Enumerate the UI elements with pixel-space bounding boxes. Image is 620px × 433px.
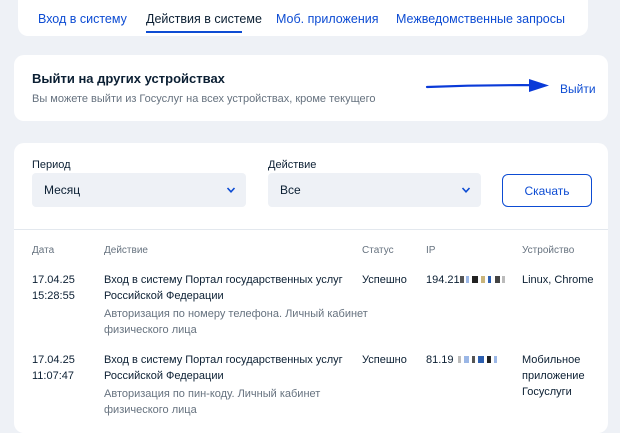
tab-mobile-apps[interactable]: Моб. приложения — [276, 12, 379, 26]
row-action: Вход в систему Портал государственных ус… — [104, 274, 343, 286]
activity-card: Период Месяц Действие Все Скачать Дата Д… — [14, 143, 608, 433]
download-button[interactable]: Скачать — [502, 174, 592, 207]
row-action: Вход в систему Портал государственных ус… — [104, 354, 343, 366]
row-device: приложение — [522, 370, 585, 382]
row-status: Успешно — [362, 274, 407, 286]
tab-interagency-requests[interactable]: Межведомственные запросы — [396, 12, 565, 26]
logout-description: Вы можете выйти из Госуслуг на всех устр… — [32, 93, 376, 105]
header-date: Дата — [32, 245, 55, 256]
header-ip: IP — [426, 245, 436, 256]
row-date: 17.04.25 — [32, 354, 75, 366]
row-detail: Авторизация по номеру телефона. Личный к… — [104, 308, 368, 320]
row-device: Госуслуги — [522, 386, 572, 398]
row-ip: 81.19 — [426, 354, 454, 366]
divider — [14, 229, 608, 230]
row-detail: физического лица — [104, 404, 197, 416]
header-device: Устройство — [522, 245, 575, 256]
row-time: 11:07:47 — [32, 370, 75, 382]
row-action: Российской Федерации — [104, 290, 224, 302]
row-ip: 194.21 — [426, 274, 460, 286]
row-device: Linux, Chrome — [522, 274, 594, 286]
logout-title: Выйти на других устройствах — [32, 71, 225, 86]
logout-link[interactable]: Выйти — [560, 82, 596, 96]
row-detail: Авторизация по пин-коду. Личный кабинет — [104, 388, 321, 400]
action-label: Действие — [268, 159, 317, 171]
chevron-down-icon — [461, 187, 471, 193]
header-status: Статус — [362, 245, 394, 256]
tab-bar: Вход в систему Действия в системе Моб. п… — [18, 0, 588, 36]
row-status: Успешно — [362, 354, 407, 366]
action-select[interactable]: Все — [268, 173, 481, 207]
row-action: Российской Федерации — [104, 370, 224, 382]
active-tab-indicator — [146, 31, 242, 33]
row-device: Мобильное — [522, 354, 581, 366]
period-label: Период — [32, 159, 71, 171]
tab-actions[interactable]: Действия в системе — [146, 12, 262, 26]
chevron-down-icon — [226, 187, 236, 193]
row-date: 17.04.25 — [32, 274, 75, 286]
period-value: Месяц — [44, 183, 81, 197]
annotation-arrow-icon — [425, 79, 549, 92]
action-value: Все — [280, 183, 301, 197]
header-action: Действие — [104, 245, 148, 256]
row-detail: физического лица — [104, 324, 197, 336]
tab-login[interactable]: Вход в систему — [38, 12, 127, 26]
row-time: 15:28:55 — [32, 290, 75, 302]
period-select[interactable]: Месяц — [32, 173, 246, 207]
